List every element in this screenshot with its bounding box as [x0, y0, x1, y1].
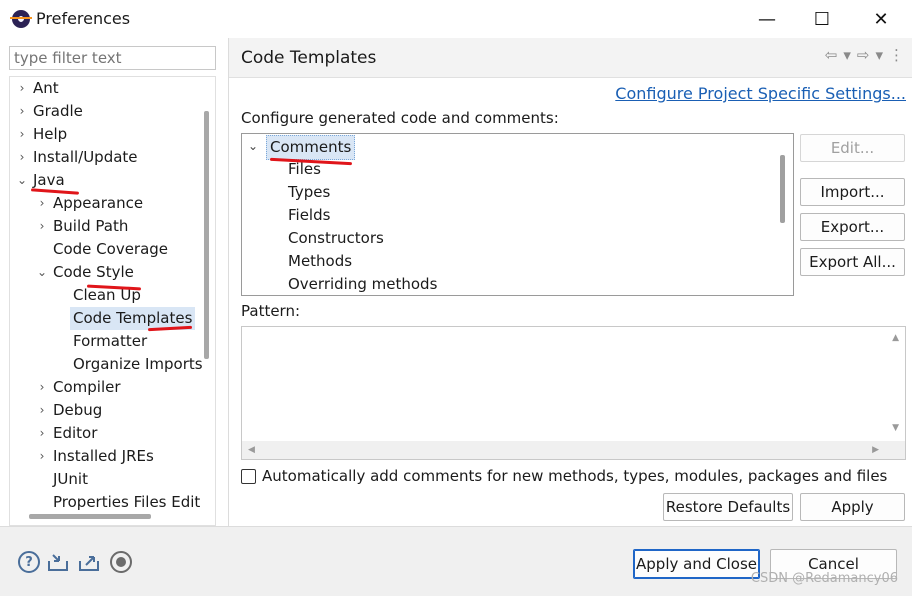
- tree-item-label: Gradle: [33, 102, 83, 120]
- section-label: Configure generated code and comments:: [241, 109, 559, 127]
- tree-item-properties-files-editor[interactable]: Properties Files Edit: [10, 491, 215, 514]
- back-arrow-icon[interactable]: ⇦: [825, 46, 838, 64]
- export-preferences-icon[interactable]: [78, 551, 100, 573]
- tree-item-label: Appearance: [53, 194, 144, 212]
- configure-project-settings-link[interactable]: Configure Project Specific Settings...: [615, 84, 906, 103]
- tree-horizontal-scrollbar[interactable]: [29, 514, 151, 519]
- pattern-horizontal-scrollbar[interactable]: ◀ ▶: [242, 441, 905, 459]
- tree-item-code-style[interactable]: ⌄ Code Style: [10, 261, 215, 284]
- tree-item-label: Code Coverage: [53, 240, 169, 258]
- page-title: Code Templates: [241, 48, 377, 68]
- tree-item-organize-imports[interactable]: Organize Imports: [10, 353, 215, 376]
- tree-item-ant[interactable]: › Ant: [10, 77, 215, 100]
- export-button[interactable]: Export...: [800, 213, 905, 241]
- tree-item-label: Ant: [33, 79, 59, 97]
- page-header: Code Templates ⇦ ▾ ⇨ ▾ ⋮: [229, 38, 912, 78]
- template-item-types[interactable]: Types: [288, 181, 330, 204]
- tree-item-label: Installed JREs: [53, 447, 154, 465]
- chevron-down-icon: ⌄: [16, 173, 28, 187]
- tree-item-label: Code Style: [53, 263, 134, 281]
- dialog-footer: ? Apply and Close Cancel CSDN @Redamancy…: [0, 526, 912, 596]
- tree-item-label: Properties Files Edit: [53, 493, 201, 511]
- pattern-textarea[interactable]: ▲ ▼ ◀ ▶: [241, 326, 906, 460]
- scroll-down-icon[interactable]: ▼: [892, 423, 899, 433]
- template-group-label: Comments: [266, 135, 356, 160]
- chevron-down-icon[interactable]: ▾: [843, 46, 851, 64]
- template-item-methods[interactable]: Methods: [288, 250, 352, 273]
- chevron-right-icon: ›: [19, 127, 25, 141]
- tree-item-label: JUnit: [53, 470, 88, 488]
- help-icon[interactable]: ?: [18, 551, 40, 573]
- tree-item-label: Help: [33, 125, 68, 143]
- chevron-down-icon[interactable]: ▾: [875, 46, 883, 64]
- tree-item-label: Formatter: [73, 332, 148, 350]
- edit-button[interactable]: Edit...: [800, 134, 905, 162]
- auto-comments-label: Automatically add comments for new metho…: [262, 467, 888, 485]
- tree-item-gradle[interactable]: › Gradle: [10, 100, 215, 123]
- page-nav: ⇦ ▾ ⇨ ▾ ⋮: [825, 46, 904, 64]
- pane-divider[interactable]: [228, 38, 229, 526]
- view-menu-icon[interactable]: ⋮: [889, 46, 904, 64]
- title-bar: Preferences — ☐ ✕: [0, 0, 912, 38]
- tree-item-editor[interactable]: › Editor: [10, 422, 215, 445]
- chevron-right-icon: ›: [39, 380, 45, 394]
- tree-item-label: Editor: [53, 424, 98, 442]
- tree-item-help[interactable]: › Help: [10, 123, 215, 146]
- scroll-up-icon[interactable]: ▲: [892, 333, 899, 343]
- minimize-button[interactable]: —: [738, 0, 796, 38]
- tree-item-appearance[interactable]: › Appearance: [10, 192, 215, 215]
- export-all-button[interactable]: Export All...: [800, 248, 905, 276]
- pattern-label: Pattern:: [241, 302, 301, 320]
- chevron-right-icon: ›: [39, 403, 45, 417]
- close-button[interactable]: ✕: [852, 0, 910, 38]
- import-button[interactable]: Import...: [800, 178, 905, 206]
- watermark: CSDN @Redamancy06: [750, 571, 898, 586]
- template-item-constructors[interactable]: Constructors: [288, 227, 384, 250]
- apply-button[interactable]: Apply: [800, 493, 905, 521]
- chevron-right-icon: ›: [19, 150, 25, 164]
- tree-item-compiler[interactable]: › Compiler: [10, 376, 215, 399]
- apply-and-close-button[interactable]: Apply and Close: [633, 549, 760, 579]
- chevron-right-icon: ›: [39, 196, 45, 210]
- tree-item-label: Build Path: [53, 217, 129, 235]
- preferences-tree: › Ant › Gradle › Help › Install/Update ⌄…: [9, 76, 216, 526]
- template-item-fields[interactable]: Fields: [288, 204, 330, 227]
- templates-vertical-scrollbar[interactable]: [780, 155, 785, 223]
- tree-item-build-path[interactable]: › Build Path: [10, 215, 215, 238]
- tree-item-code-coverage[interactable]: Code Coverage: [10, 238, 215, 261]
- tree-vertical-scrollbar[interactable]: [204, 111, 209, 359]
- templates-tree: ⌄ Comments Files Types Fields Constructo…: [241, 133, 794, 296]
- chevron-right-icon: ›: [39, 426, 45, 440]
- record-icon[interactable]: [110, 551, 132, 573]
- tree-item-formatter[interactable]: Formatter: [10, 330, 215, 353]
- template-item-overriding-methods[interactable]: Overriding methods: [288, 273, 437, 295]
- import-preferences-icon[interactable]: [47, 551, 69, 573]
- scroll-left-icon[interactable]: ◀: [248, 445, 255, 455]
- tree-item-label: Install/Update: [33, 148, 138, 166]
- chevron-right-icon: ›: [39, 449, 45, 463]
- chevron-right-icon: ›: [39, 219, 45, 233]
- chevron-down-icon: ⌄: [248, 139, 259, 153]
- restore-defaults-button[interactable]: Restore Defaults: [663, 493, 793, 521]
- tree-item-installed-jres[interactable]: › Installed JREs: [10, 445, 215, 468]
- tree-item-debug[interactable]: › Debug: [10, 399, 215, 422]
- tree-item-label: Debug: [53, 401, 103, 419]
- chevron-right-icon: ›: [19, 104, 25, 118]
- tree-item-install-update[interactable]: › Install/Update: [10, 146, 215, 169]
- tree-item-label: Organize Imports: [73, 355, 203, 373]
- maximize-button[interactable]: ☐: [793, 0, 851, 38]
- forward-arrow-icon[interactable]: ⇨: [857, 46, 870, 64]
- eclipse-logo-icon: [10, 10, 32, 28]
- auto-comments-row: Automatically add comments for new metho…: [241, 467, 887, 485]
- window-title: Preferences: [36, 9, 131, 28]
- tree-item-label: Compiler: [53, 378, 121, 396]
- tree-item-junit[interactable]: JUnit: [10, 468, 215, 491]
- filter-input[interactable]: [9, 46, 216, 70]
- chevron-down-icon: ⌄: [36, 265, 48, 279]
- auto-comments-checkbox[interactable]: [241, 468, 256, 484]
- scroll-right-icon[interactable]: ▶: [872, 445, 879, 455]
- chevron-right-icon: ›: [19, 81, 25, 95]
